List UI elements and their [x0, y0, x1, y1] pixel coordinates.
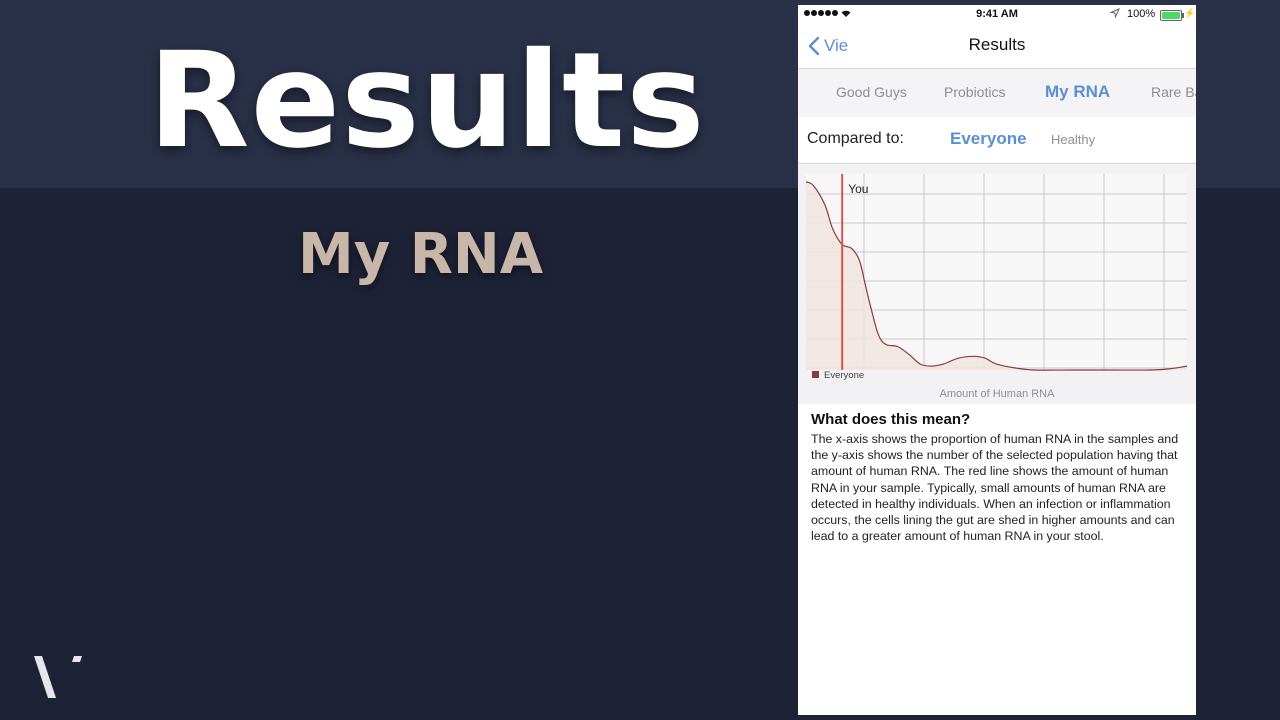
rna-chart: You Everyone Amount of Human RNA — [798, 164, 1196, 404]
tab-good-guys[interactable]: Good Guys — [836, 84, 907, 100]
x-axis-label: Amount of Human RNA — [940, 388, 1056, 400]
charging-bolt-icon: ⚡ — [1184, 8, 1196, 18]
segment-healthy[interactable]: Healthy — [1051, 132, 1095, 147]
compare-label: Compared to: — [807, 130, 904, 147]
battery-icon — [1160, 10, 1184, 21]
tab-probiotics[interactable]: Probiotics — [944, 84, 1005, 100]
slide-title: Results — [148, 24, 706, 178]
legend-label-everyone: Everyone — [824, 370, 864, 381]
legend-swatch-everyone — [812, 371, 819, 378]
info-body: The x-axis shows the proportion of human… — [811, 432, 1179, 544]
phone-screen: 9:41 AM 100% ⚡ Vie Results Good Guys Pro… — [798, 5, 1196, 715]
status-bar: 9:41 AM 100% ⚡ — [798, 5, 1196, 25]
battery-percent: 100% — [1127, 8, 1156, 20]
slide-subtitle: My RNA — [298, 222, 544, 287]
you-marker-label: You — [848, 182, 868, 196]
rna-chart-svg: You Everyone Amount of Human RNA — [805, 174, 1188, 400]
navigation-bar: Vie Results — [798, 25, 1196, 69]
category-tabs: Good Guys Probiotics My RNA Rare Ba — [798, 68, 1196, 118]
info-section: What does this mean? The x-axis shows th… — [811, 411, 1185, 544]
info-title: What does this mean? — [811, 411, 971, 428]
v-logo-icon — [34, 656, 82, 698]
nav-title: Results — [968, 35, 1026, 54]
tab-rare-bacteria[interactable]: Rare Ba — [1151, 84, 1196, 100]
location-arrow-icon — [1110, 8, 1120, 18]
segment-everyone[interactable]: Everyone — [950, 129, 1027, 149]
tab-my-rna[interactable]: My RNA — [1045, 82, 1110, 102]
comparison-selector: Compared to: Everyone Healthy — [798, 117, 1196, 164]
